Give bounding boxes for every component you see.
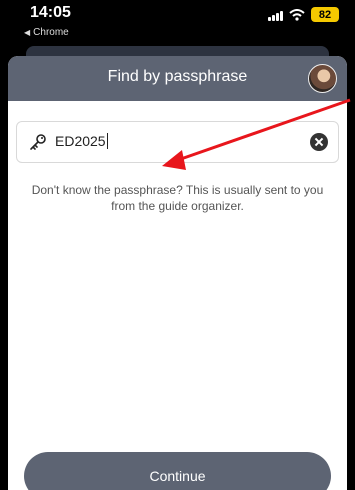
wifi-icon — [289, 8, 305, 21]
passphrase-value[interactable]: ED2025 — [55, 133, 108, 149]
back-triangle-icon: ◀ — [24, 28, 31, 37]
back-to-app-link[interactable]: ◀ Chrome — [24, 27, 69, 38]
battery-icon: 82 — [311, 7, 339, 22]
sheet-header: Find by passphrase — [8, 56, 347, 101]
continue-button[interactable]: Continue — [24, 452, 331, 490]
key-icon — [30, 134, 46, 150]
cellular-signal-icon — [268, 9, 283, 21]
clear-icon[interactable] — [310, 133, 328, 151]
status-time: 14:05 — [30, 4, 71, 21]
status-indicators: 82 — [268, 7, 339, 22]
back-app-label: Chrome — [33, 27, 69, 38]
text-caret — [106, 133, 108, 149]
passphrase-sheet: Find by passphrase ED2025 Don't know the… — [8, 56, 347, 490]
page-title: Find by passphrase — [107, 68, 248, 85]
passphrase-input[interactable]: ED2025 — [16, 121, 339, 163]
avatar[interactable] — [308, 64, 337, 93]
help-text: Don't know the passphrase? This is usual… — [31, 183, 324, 213]
